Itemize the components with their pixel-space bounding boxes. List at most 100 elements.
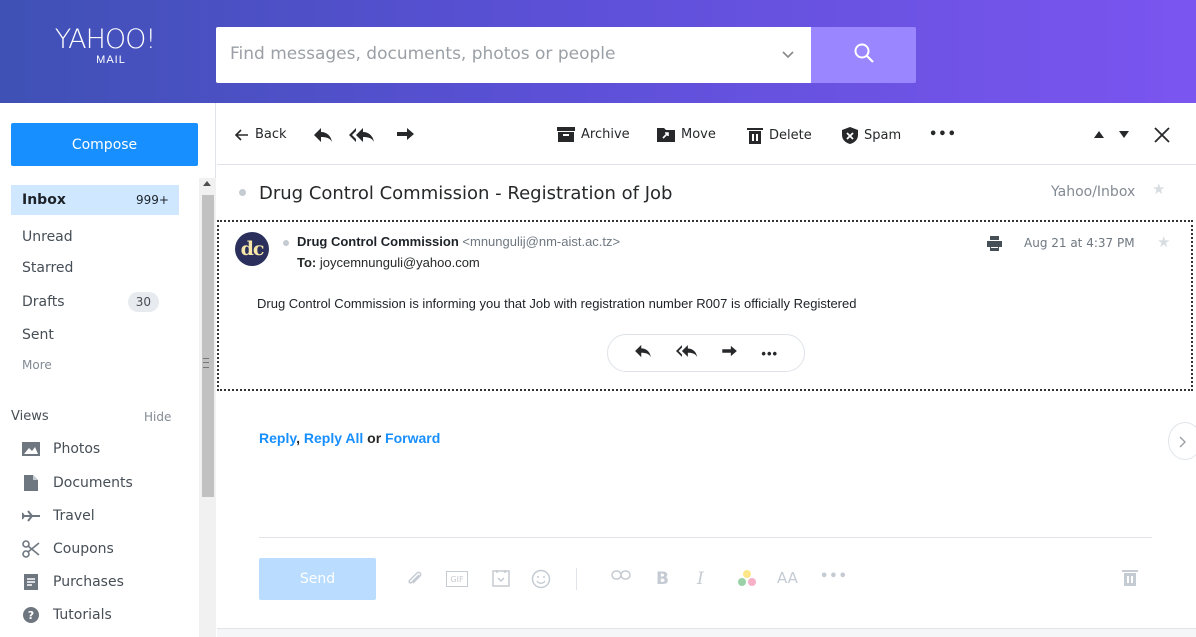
move-button[interactable]: Move: [657, 127, 716, 142]
scroll-up-icon[interactable]: [203, 181, 211, 186]
message-star-icon[interactable]: ★: [1157, 233, 1170, 251]
reply-separator: ,: [296, 430, 300, 446]
avatar[interactable]: dc: [235, 232, 269, 266]
view-item-coupons[interactable]: Coupons: [22, 538, 114, 560]
toolbar-divider: [576, 568, 577, 590]
search-input[interactable]: [230, 44, 760, 64]
or-text: or: [367, 430, 382, 446]
unread-count: 999+: [136, 193, 169, 207]
discard-draft-icon[interactable]: [1122, 569, 1138, 586]
bold-button[interactable]: B: [656, 569, 669, 589]
emoji-icon[interactable]: [531, 569, 551, 589]
reply-icon[interactable]: [634, 344, 652, 363]
sidebar-item-inbox[interactable]: Inbox 999+: [11, 185, 179, 215]
sidebar-item-label: Sent: [22, 327, 54, 343]
chevron-down-icon[interactable]: [779, 45, 797, 63]
chevron-right-icon: [1179, 435, 1187, 453]
photos-icon: [22, 441, 40, 457]
more-actions-button[interactable]: •••: [929, 127, 957, 142]
back-label: Back: [255, 127, 287, 142]
view-item-documents[interactable]: Documents: [22, 472, 133, 494]
view-item-label: Photos: [53, 441, 101, 457]
reply-button[interactable]: [313, 127, 333, 143]
sidebar-item-starred[interactable]: Starred: [11, 253, 179, 283]
text-color-icon[interactable]: [737, 569, 757, 587]
font-size-button[interactable]: AA: [777, 569, 798, 587]
more-icon[interactable]: •••: [761, 346, 778, 361]
trash-icon: [747, 127, 763, 144]
forward-icon: [397, 127, 415, 141]
view-item-label: Travel: [53, 508, 95, 524]
sender-line: Drug Control Commission <mnungulij@nm-ai…: [297, 234, 620, 249]
search-bar: [216, 27, 811, 83]
sidebar-item-unread[interactable]: Unread: [11, 222, 179, 252]
forward-button[interactable]: [397, 127, 415, 141]
search-button[interactable]: [811, 27, 916, 83]
sidebar-item-more[interactable]: More: [11, 350, 179, 380]
reply-all-link[interactable]: Reply All: [304, 430, 363, 446]
archive-icon: [557, 127, 575, 142]
caret-down-icon: [1119, 131, 1129, 138]
sidebar-item-sent[interactable]: Sent: [11, 320, 179, 350]
next-pane-button[interactable]: [1168, 422, 1196, 460]
recipient-address: joycemnunguli@yahoo.com: [319, 255, 480, 270]
reply-all-button[interactable]: [349, 127, 375, 143]
views-hide-link[interactable]: Hide: [144, 410, 171, 424]
view-item-photos[interactable]: Photos: [22, 438, 100, 460]
sidebar-item-label: Drafts: [22, 294, 65, 310]
message-date: Aug 21 at 4:37 PM: [1024, 236, 1135, 250]
reply-all-icon[interactable]: [675, 344, 698, 363]
previous-message-button[interactable]: [1094, 131, 1104, 138]
sidebar-item-label: Inbox: [22, 192, 66, 208]
reply-link[interactable]: Reply: [259, 430, 296, 446]
next-message-button[interactable]: [1119, 131, 1129, 138]
folder-move-icon: [657, 127, 675, 142]
gif-icon[interactable]: GIF: [446, 571, 468, 587]
recipient-line: To: joycemnunguli@yahoo.com: [297, 255, 480, 270]
print-icon[interactable]: [987, 236, 1002, 256]
attachment-icon[interactable]: [405, 569, 425, 589]
svg-text:?: ?: [28, 609, 34, 622]
message-toolbar: Back Archive Move Delete Spam •••: [217, 103, 1196, 165]
documents-icon: [22, 475, 40, 491]
view-item-travel[interactable]: Travel: [22, 505, 95, 527]
archive-label: Archive: [581, 127, 630, 142]
view-item-tutorials[interactable]: ? Tutorials: [22, 604, 112, 626]
header-bar: YAHOO! MAIL: [0, 0, 1196, 103]
forward-icon[interactable]: [721, 344, 738, 362]
sidebar-item-label: Unread: [22, 229, 73, 245]
italic-button[interactable]: I: [697, 569, 704, 589]
close-button[interactable]: [1154, 127, 1170, 143]
forward-link[interactable]: Forward: [385, 430, 440, 446]
tutorials-icon: ?: [22, 607, 40, 623]
message-body: Drug Control Commission is informing you…: [257, 296, 857, 311]
view-item-label: Purchases: [53, 574, 124, 590]
sender-address: <mnungulij@nm-aist.ac.tz>: [462, 234, 621, 249]
spam-button[interactable]: Spam: [842, 127, 901, 144]
bottom-edge: [217, 628, 1196, 637]
back-button[interactable]: Back: [235, 127, 287, 142]
link-icon[interactable]: [611, 569, 631, 581]
star-icon[interactable]: ★: [1152, 180, 1165, 198]
compose-button[interactable]: Compose: [11, 123, 198, 166]
archive-button[interactable]: Archive: [557, 127, 630, 142]
more-formatting-button[interactable]: •••: [820, 569, 848, 584]
delete-button[interactable]: Delete: [747, 127, 812, 144]
inline-actions: •••: [607, 334, 805, 372]
view-item-purchases[interactable]: Purchases: [22, 571, 124, 593]
sidebar-item-drafts[interactable]: Drafts 30: [11, 287, 179, 317]
scrollbar-thumb[interactable]: [202, 195, 214, 497]
shield-icon: [842, 127, 858, 144]
sidebar-item-label: Starred: [22, 260, 74, 276]
views-heading: Views: [11, 409, 49, 424]
spam-label: Spam: [864, 128, 902, 143]
read-status-dot[interactable]: [239, 189, 246, 196]
drafts-count-badge: 30: [127, 292, 159, 312]
sender-name[interactable]: Drug Control Commission: [297, 234, 459, 249]
email-subject: Drug Control Commission - Registration o…: [259, 183, 673, 204]
sticker-icon[interactable]: [492, 569, 510, 587]
send-button[interactable]: Send: [259, 558, 376, 600]
view-item-label: Coupons: [53, 541, 114, 557]
yahoo-mail-logo[interactable]: YAHOO! MAIL: [40, 26, 170, 67]
view-item-label: Documents: [53, 475, 133, 491]
